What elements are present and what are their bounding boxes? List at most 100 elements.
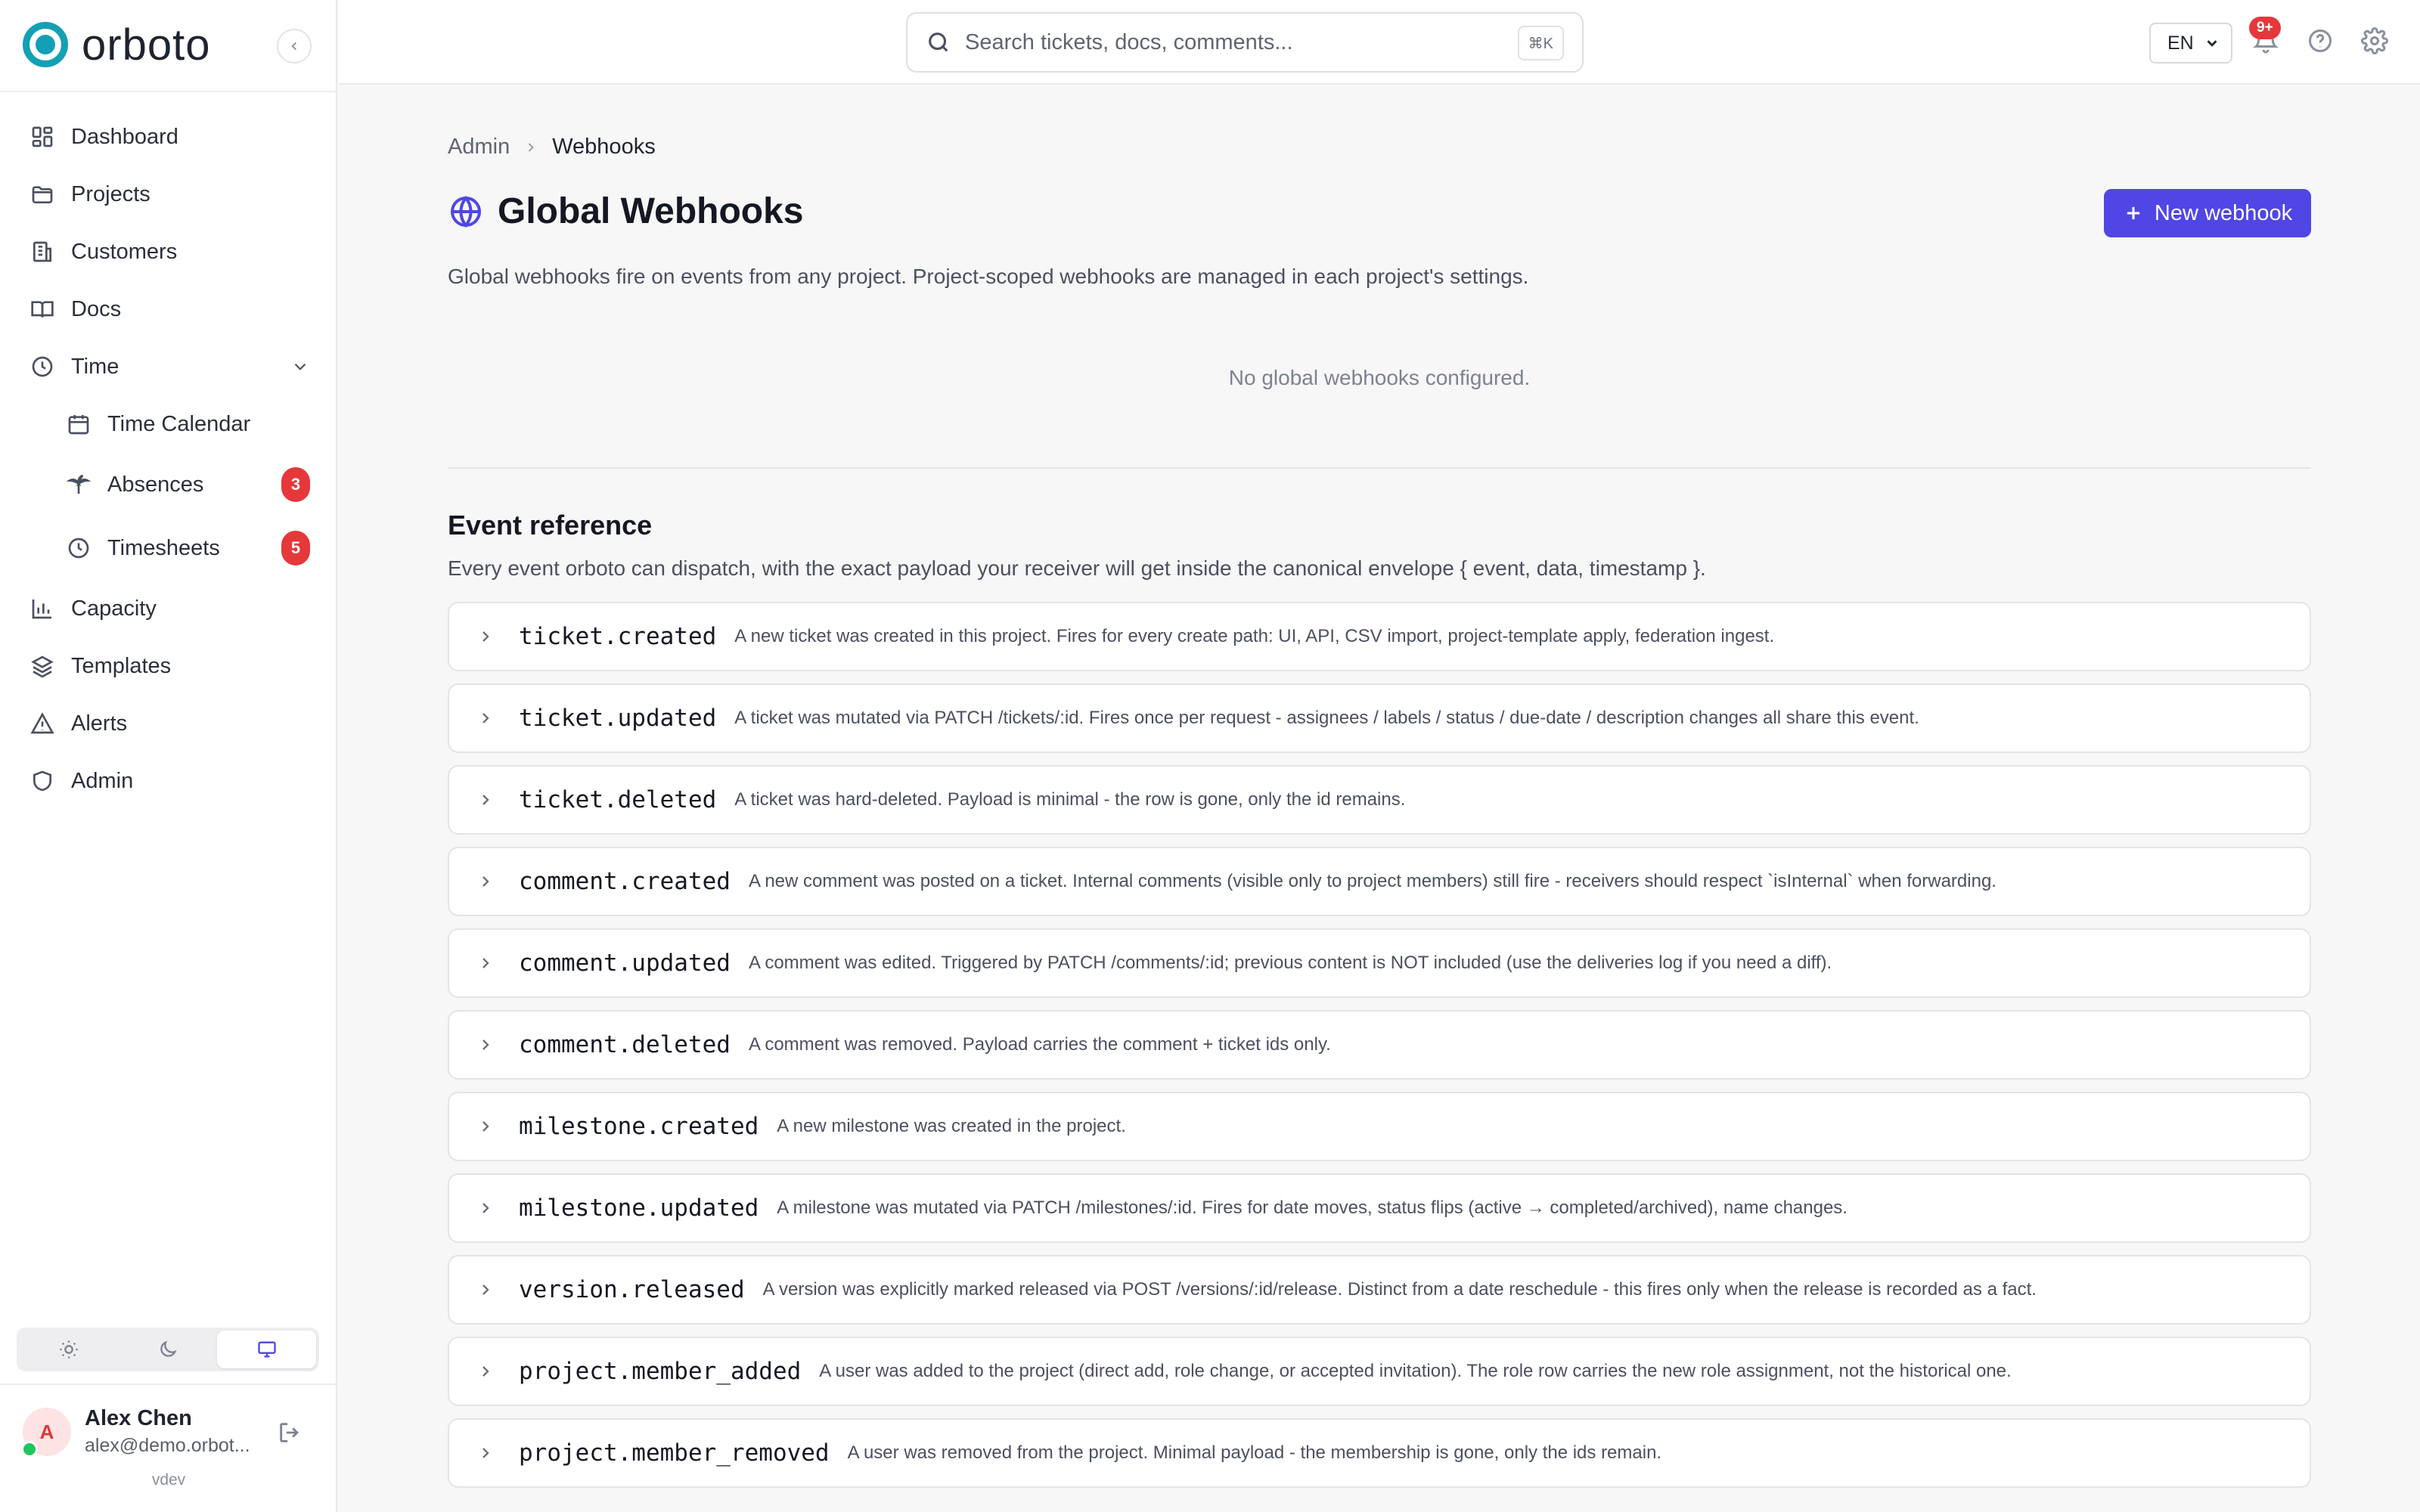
user-profile[interactable]: A Alex Chen alex@demo.orbot...	[21, 1403, 318, 1464]
event-name: ticket.updated	[519, 705, 717, 732]
event-description: A milestone was mutated via PATCH /miles…	[777, 1198, 1848, 1218]
chevron-right-icon	[482, 1040, 489, 1050]
sidebar-item-admin[interactable]: Admin	[30, 758, 310, 804]
sidebar-item-absences[interactable]: Absences 3	[67, 462, 310, 507]
sidebar-item-dashboard[interactable]: Dashboard	[30, 114, 310, 160]
event-reference-title: Event reference	[448, 510, 653, 541]
page-title: Global Webhooks	[448, 191, 803, 232]
sidebar-item-time[interactable]: Time	[30, 344, 310, 389]
collapse-sidebar-button[interactable]	[277, 29, 312, 64]
brand[interactable]: orboto	[23, 20, 210, 70]
sidebar-item-label: Admin	[71, 768, 134, 793]
theme-toggle	[17, 1328, 319, 1371]
theme-system-button[interactable]	[217, 1331, 317, 1368]
event-row-ticket-updated[interactable]: ticket.updated A ticket was mutated via …	[448, 683, 2311, 753]
search-box[interactable]: ⌘K	[906, 12, 1584, 73]
new-webhook-label: New webhook	[2154, 200, 2293, 225]
theme-dark-button[interactable]	[119, 1331, 218, 1368]
clock-icon	[32, 356, 53, 377]
event-name: comment.deleted	[519, 1031, 731, 1058]
moon-icon	[160, 1340, 177, 1357]
orboto-logo-icon	[23, 22, 68, 67]
page-description: Global webhooks fire on events from any …	[448, 265, 1529, 288]
chevron-left-icon	[291, 42, 296, 51]
event-description: A user was added to the project (direct …	[819, 1361, 2012, 1381]
event-row-ticket-created[interactable]: ticket.created A new ticket was created …	[448, 602, 2311, 671]
search-input[interactable]	[965, 29, 1494, 55]
empty-state-message: No global webhooks configured.	[1228, 366, 1531, 389]
building-icon	[33, 241, 51, 262]
chevron-right-icon	[482, 795, 489, 805]
topbar: ⌘K EN 9+	[339, 0, 2420, 85]
sidebar-item-projects[interactable]: Projects	[30, 172, 310, 217]
search-shortcut-hint: ⌘K	[1517, 26, 1564, 60]
globe-icon	[451, 195, 481, 228]
sidebar-item-timesheets[interactable]: Timesheets 5	[67, 525, 310, 571]
event-description: A new comment was posted on a ticket. In…	[748, 871, 1996, 891]
event-row-comment-created[interactable]: comment.created A new comment was posted…	[448, 847, 2311, 916]
chevron-right-icon	[482, 958, 489, 968]
sidebar-item-label: Docs	[71, 296, 122, 321]
event-row-milestone-updated[interactable]: milestone.updated A milestone was mutate…	[448, 1173, 2311, 1243]
breadcrumb-admin-link[interactable]: Admin	[448, 135, 510, 160]
chevron-down-icon	[294, 363, 306, 370]
dashboard-icon	[32, 126, 53, 147]
sidebar-item-templates[interactable]: Templates	[30, 643, 310, 689]
breadcrumb: Admin Webhooks	[448, 135, 656, 160]
search-icon	[929, 33, 948, 52]
sidebar-item-label: Customers	[71, 239, 178, 264]
theme-light-button[interactable]	[20, 1331, 119, 1368]
new-webhook-button[interactable]: New webhook	[2104, 189, 2311, 237]
timesheets-count-badge: 5	[281, 531, 310, 565]
sidebar-divider	[0, 91, 337, 92]
event-row-comment-updated[interactable]: comment.updated A comment was edited. Tr…	[448, 928, 2311, 998]
chevron-right-icon	[482, 876, 489, 887]
user-email: alex@demo.orbot...	[85, 1435, 250, 1456]
sidebar-item-label: Projects	[71, 181, 150, 206]
chevron-right-icon	[482, 1448, 489, 1458]
chevron-down-icon	[2207, 40, 2217, 47]
language-select[interactable]: EN	[2149, 23, 2232, 64]
event-description: A new ticket was created in this project…	[734, 626, 1775, 646]
sidebar-item-label: Timesheets	[107, 535, 220, 560]
sidebar-item-capacity[interactable]: Capacity	[30, 586, 310, 631]
user-name: Alex Chen	[85, 1406, 192, 1430]
sidebar-item-customers[interactable]: Customers	[30, 229, 310, 274]
folder-icon	[32, 186, 53, 203]
breadcrumb-current: Webhooks	[552, 135, 656, 159]
sidebar-divider	[0, 1383, 337, 1385]
event-row-milestone-created[interactable]: milestone.created A new milestone was cr…	[448, 1092, 2311, 1161]
help-icon[interactable]	[2307, 27, 2334, 54]
calendar-icon	[68, 415, 89, 435]
event-name: comment.updated	[519, 950, 731, 977]
event-name: project.member_removed	[519, 1439, 830, 1467]
event-description: A ticket was mutated via PATCH /tickets/…	[734, 708, 1919, 728]
online-status-indicator	[21, 1441, 38, 1458]
event-row-ticket-deleted[interactable]: ticket.deleted A ticket was hard-deleted…	[448, 765, 2311, 835]
notifications-badge: 9+	[2249, 17, 2281, 39]
sidebar-item-docs[interactable]: Docs	[30, 287, 310, 332]
chevron-right-icon	[482, 1203, 489, 1213]
event-row-project-member-added[interactable]: project.member_added A user was added to…	[448, 1337, 2311, 1406]
sidebar-item-alerts[interactable]: Alerts	[30, 701, 310, 746]
section-divider	[448, 467, 2311, 469]
logout-icon[interactable]	[277, 1420, 302, 1445]
plus-icon	[2127, 206, 2140, 220]
chevron-right-icon	[482, 1284, 489, 1295]
sidebar-item-label: Templates	[71, 653, 172, 678]
event-name: comment.created	[519, 868, 731, 895]
sidebar: orboto Dashboard Projects Customers Docs…	[0, 0, 337, 1512]
event-row-comment-deleted[interactable]: comment.deleted A comment was removed. P…	[448, 1010, 2311, 1080]
sidebar-item-label: Time	[71, 354, 119, 379]
event-name: milestone.updated	[519, 1194, 759, 1222]
sidebar-item-time-calendar[interactable]: Time Calendar	[67, 401, 310, 447]
app-version: vdev	[151, 1471, 186, 1489]
event-row-project-member-removed[interactable]: project.member_removed A user was remove…	[448, 1418, 2311, 1488]
page-title-text: Global Webhooks	[498, 191, 804, 231]
gear-icon[interactable]	[2361, 27, 2388, 54]
sidebar-item-label: Capacity	[71, 596, 157, 621]
chevron-right-icon	[482, 1366, 489, 1377]
event-row-version-released[interactable]: version.released A version was explicitl…	[448, 1255, 2311, 1325]
sidebar-item-label: Time Calendar	[107, 411, 251, 436]
sidebar-item-label: Absences	[107, 472, 204, 497]
